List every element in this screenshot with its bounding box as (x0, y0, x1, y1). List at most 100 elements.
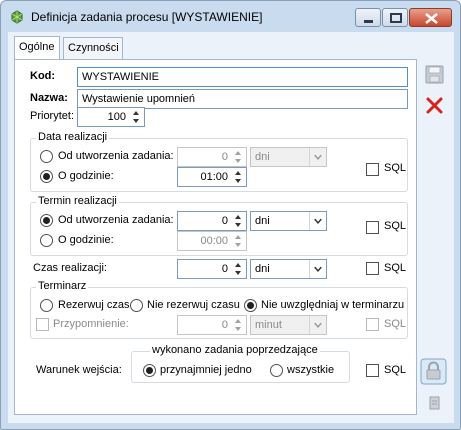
minimize-icon (364, 20, 373, 23)
termin-o-godzinie-radio[interactable] (40, 234, 53, 247)
czas-realizacji-stepper[interactable]: 0 (177, 259, 247, 279)
data-realizacji-title: Data realizacji (36, 131, 110, 143)
terminarz-sql-label: SQL (384, 318, 407, 330)
nazwa-field[interactable]: Wystawienie upomnień (77, 89, 408, 109)
czas-realizacji-value: 0 (221, 263, 228, 275)
spin-up-icon[interactable] (129, 109, 143, 117)
title-bar: Definicja zadania procesu [WYSTAWIENIE] (1, 1, 460, 31)
spin-up-icon[interactable] (231, 261, 245, 269)
warunek-sql-checkbox[interactable] (366, 364, 379, 377)
data-od-value: 0 (221, 151, 228, 163)
save-button[interactable] (422, 62, 447, 87)
spin-down-icon[interactable] (129, 117, 143, 125)
exit-button[interactable] (422, 391, 447, 416)
warunek-wszystkie-label: wszystkie (287, 364, 335, 376)
data-godzina-stepper[interactable]: 01:00 (177, 167, 247, 187)
terminarz-sql-checkbox[interactable] (366, 318, 379, 331)
czas-realizacji-unit-select[interactable]: dni (250, 259, 327, 279)
close-icon (425, 13, 438, 24)
czas-sql-label: SQL (384, 262, 407, 274)
chevron-down-icon (309, 212, 322, 230)
exit-icon (429, 396, 440, 410)
termin-od-stepper[interactable]: 0 (177, 211, 247, 231)
data-godzina-value: 01:00 (200, 171, 228, 183)
spin-up-icon[interactable] (231, 149, 245, 157)
app-icon (11, 10, 23, 24)
warunek-group-title: wykonano zadania poprzedzające (150, 344, 320, 356)
data-sql-checkbox[interactable] (366, 163, 379, 176)
priorytet-value: 100 (107, 111, 126, 123)
przypomnienie-unit-select[interactable]: minut (250, 315, 327, 335)
przypomnienie-value: 0 (221, 319, 228, 331)
spin-down-icon[interactable] (231, 157, 245, 165)
data-sql-label: SQL (384, 162, 407, 174)
termin-realizacji-title: Termin realizacji (36, 195, 119, 207)
spin-up-icon[interactable] (231, 169, 245, 177)
terminarz-nie-rezerwuj-radio[interactable] (130, 299, 143, 312)
data-od-utworzenia-label: Od utworzenia zadania: (58, 150, 174, 162)
cancel-button[interactable] (422, 93, 447, 118)
chevron-down-icon (309, 260, 322, 278)
terminarz-title: Terminarz (36, 280, 89, 292)
warunek-przynajmniej-label: przynajmniej jedno (160, 364, 252, 376)
spin-down-icon[interactable] (231, 325, 245, 333)
chevron-down-icon (309, 316, 322, 334)
przypomnienie-stepper[interactable]: 0 (177, 315, 247, 335)
tab-ogolne[interactable]: Ogólne (14, 36, 60, 60)
termin-godzina-stepper[interactable]: 00:00 (177, 231, 247, 251)
data-o-godzinie-radio[interactable] (40, 170, 53, 183)
spin-down-icon[interactable] (231, 221, 245, 229)
spin-down-icon[interactable] (231, 241, 245, 249)
spin-down-icon[interactable] (231, 269, 245, 277)
termin-sql-label: SQL (384, 220, 407, 232)
terminarz-nie-uwzgledniaj-radio[interactable] (244, 299, 257, 312)
terminarz-nie-rezerwuj-label: Nie rezerwuj czasu (147, 299, 240, 311)
nazwa-label: Nazwa: (30, 92, 68, 104)
data-o-godzinie-label: O godzinie: (58, 170, 114, 182)
save-icon (425, 65, 444, 84)
terminarz-rezerwuj-radio[interactable] (40, 299, 53, 312)
maximize-button[interactable] (382, 8, 408, 27)
window-title: Definicja zadania procesu [WYSTAWIENIE] (31, 10, 263, 24)
spin-down-icon[interactable] (231, 177, 245, 185)
termin-od-utworzenia-radio[interactable] (40, 214, 53, 227)
warunek-wszystkie-radio[interactable] (270, 364, 283, 377)
maximize-icon (390, 13, 402, 23)
przypomnienie-checkbox[interactable] (36, 318, 49, 331)
czas-sql-checkbox[interactable] (366, 262, 379, 275)
priorytet-stepper[interactable]: 100 (77, 107, 145, 127)
termin-o-godzinie-label: O godzinie: (58, 234, 114, 246)
warunek-label: Warunek wejścia: (36, 364, 122, 376)
data-od-unit-select[interactable]: dni (250, 147, 327, 167)
terminarz-nie-uwzgledniaj-label: Nie uwzględniaj w terminarzu (261, 299, 405, 311)
spin-up-icon[interactable] (231, 233, 245, 241)
data-od-utworzenia-radio[interactable] (40, 150, 53, 163)
terminarz-rezerwuj-label: Rezerwuj czas (58, 299, 130, 311)
spin-up-icon[interactable] (231, 317, 245, 325)
termin-sql-checkbox[interactable] (366, 221, 379, 234)
termin-od-unit-select[interactable]: dni (250, 211, 327, 231)
spin-up-icon[interactable] (231, 213, 245, 221)
warunek-sql-label: SQL (384, 364, 407, 376)
data-od-unit-value: dni (255, 151, 270, 163)
czas-realizacji-unit-value: dni (255, 263, 270, 275)
kod-label: Kod: (30, 70, 56, 82)
termin-godzina-value: 00:00 (200, 235, 228, 247)
minimize-button[interactable] (355, 8, 381, 27)
cancel-icon (426, 97, 443, 114)
tab-czynnosci[interactable]: Czynności (63, 37, 123, 59)
czas-realizacji-label: Czas realizacji: (33, 262, 107, 274)
priorytet-label: Priorytet: (30, 110, 75, 122)
termin-od-utworzenia-label: Od utworzenia zadania: (58, 214, 174, 226)
przypomnienie-label: Przypomnienie: (53, 318, 129, 330)
kod-field[interactable]: WYSTAWIENIE (77, 67, 408, 87)
lock-button[interactable] (420, 358, 447, 385)
przypomnienie-unit-value: minut (255, 319, 282, 331)
termin-od-unit-value: dni (255, 215, 270, 227)
close-button[interactable] (409, 8, 452, 27)
lock-icon (420, 358, 447, 385)
data-od-stepper[interactable]: 0 (177, 147, 247, 167)
chevron-down-icon (309, 148, 322, 166)
termin-od-value: 0 (221, 215, 228, 227)
warunek-przynajmniej-radio[interactable] (143, 364, 156, 377)
